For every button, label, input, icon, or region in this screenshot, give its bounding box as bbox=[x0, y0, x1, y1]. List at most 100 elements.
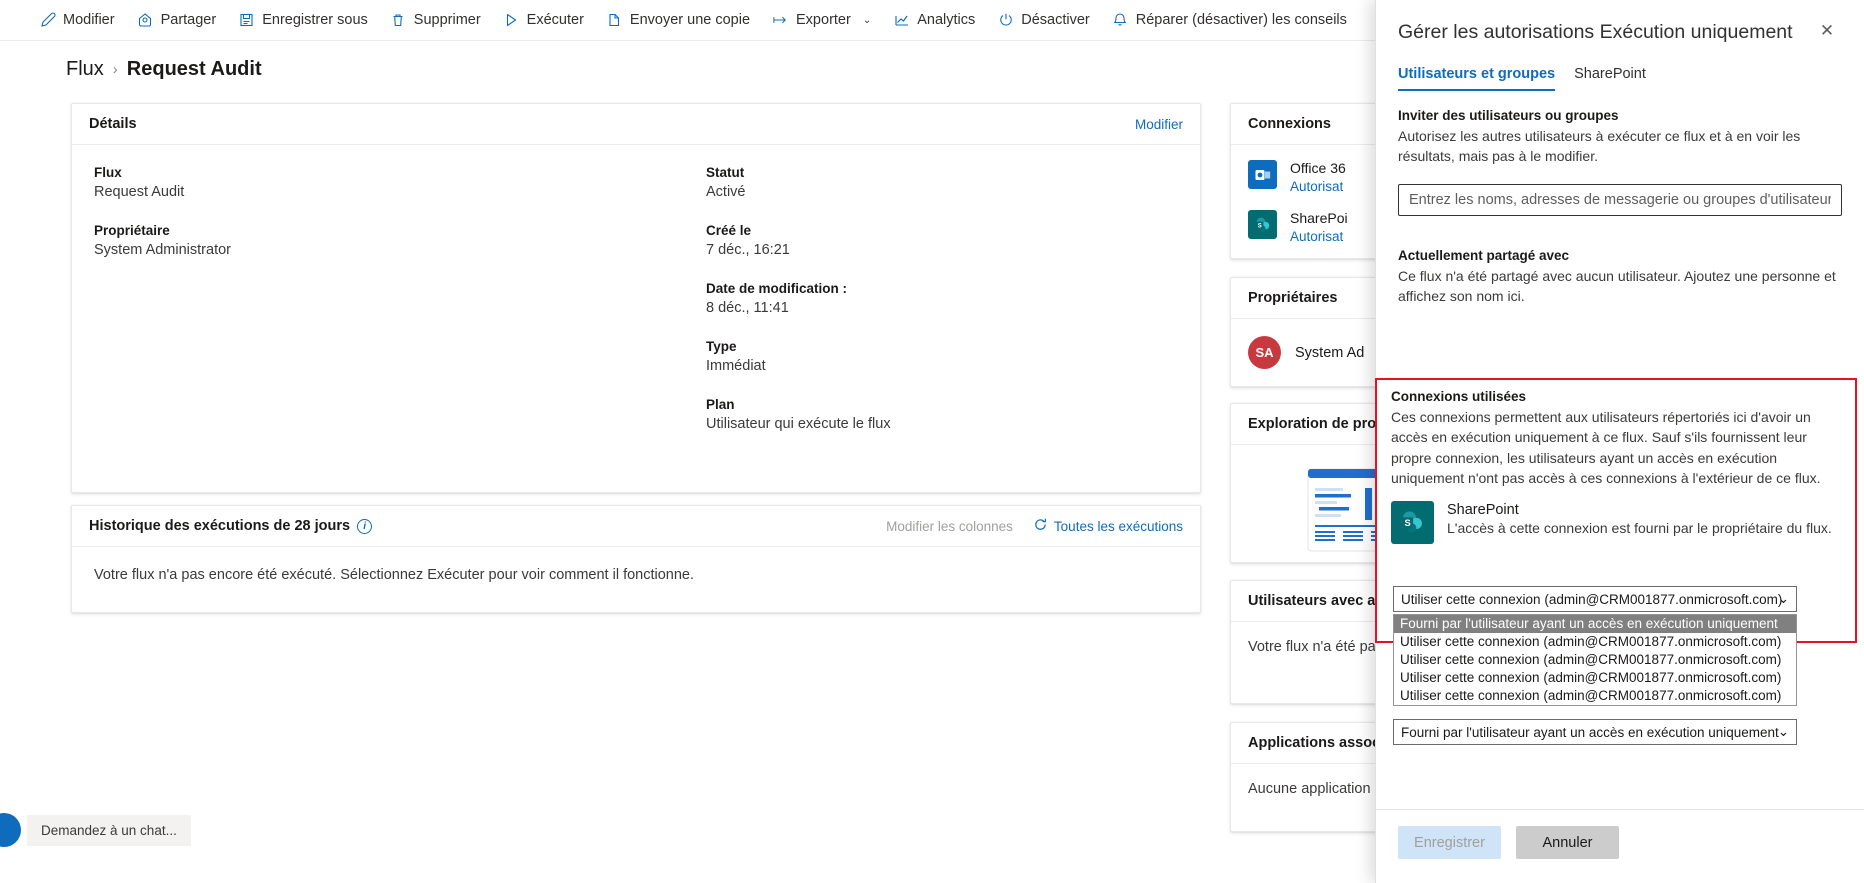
owners-title: Propriétaires bbox=[1248, 290, 1338, 306]
edit-columns-button[interactable]: Modifier les colonnes bbox=[886, 519, 1013, 534]
detail-label: Date de modification : bbox=[706, 281, 848, 296]
dropdown-option[interactable]: Utiliser cette connexion (admin@CRM00187… bbox=[1394, 633, 1796, 651]
info-icon[interactable]: i bbox=[357, 518, 373, 534]
analytics-icon bbox=[893, 12, 910, 29]
run-history-header: Historique des exécutions de 28 jours i … bbox=[72, 506, 1200, 547]
command-desactiver[interactable]: Désactiver bbox=[986, 0, 1101, 40]
command-enregistrer-sous[interactable]: Enregistrer sous bbox=[227, 0, 379, 40]
breadcrumb-separator-icon: › bbox=[112, 61, 118, 78]
detail-value: System Administrator bbox=[94, 242, 231, 258]
shared-with-title: Actuellement partagé avec bbox=[1398, 247, 1570, 263]
connection-used-row: S SharePoint L'accès à cette connexion e… bbox=[1391, 501, 1843, 545]
dropdown-option[interactable]: Utiliser cette connexion (admin@CRM00187… bbox=[1394, 687, 1796, 705]
details-left-column: Flux Request Audit Propriétaire System A… bbox=[94, 165, 636, 455]
detail-field-statut: Statut Activé bbox=[706, 165, 1178, 200]
command-label: Désactiver bbox=[1021, 12, 1090, 28]
flow-details-page: Modifier Partager Enregistrer sous Suppr… bbox=[0, 0, 1864, 883]
cancel-button[interactable]: Annuler bbox=[1516, 826, 1619, 859]
chat-prompt-pill[interactable]: Demandez à un chat... bbox=[27, 814, 191, 846]
command-label: Partager bbox=[160, 12, 217, 28]
breadcrumb-root[interactable]: Flux bbox=[66, 58, 104, 81]
panel-title: Gérer les autorisations Exécution unique… bbox=[1398, 21, 1793, 43]
copilot-orb-icon[interactable] bbox=[0, 813, 21, 847]
office365-outlook-icon bbox=[1248, 160, 1277, 189]
refresh-icon bbox=[1033, 517, 1048, 535]
chevron-down-icon: ⌄ bbox=[1777, 591, 1789, 606]
connections-used-description: Ces connexions permettent aux utilisateu… bbox=[1391, 409, 1821, 486]
details-right-column: Statut Activé Créé le 7 déc., 16:21 Date… bbox=[636, 165, 1178, 455]
detail-field-cree-le: Créé le 7 déc., 16:21 bbox=[706, 223, 1178, 258]
delete-icon bbox=[390, 12, 407, 29]
connections-title: Connexions bbox=[1248, 116, 1331, 132]
detail-value: Utilisateur qui exécute le flux bbox=[706, 416, 891, 432]
detail-field-proprietaire: Propriétaire System Administrator bbox=[94, 223, 636, 258]
all-runs-button[interactable]: Toutes les exécutions bbox=[1033, 517, 1183, 535]
connection-select-top[interactable]: Utiliser cette connexion (admin@CRM00187… bbox=[1393, 586, 1797, 612]
run-history-title-wrap: Historique des exécutions de 28 jours i bbox=[89, 518, 373, 534]
details-edit-link[interactable]: Modifier bbox=[1135, 117, 1183, 132]
dropdown-option[interactable]: Utiliser cette connexion (admin@CRM00187… bbox=[1394, 669, 1796, 687]
send-copy-icon bbox=[606, 12, 623, 29]
connection-name: Office 36 bbox=[1290, 160, 1346, 176]
command-supprimer[interactable]: Supprimer bbox=[379, 0, 492, 40]
tab-sharepoint[interactable]: SharePoint bbox=[1574, 66, 1646, 91]
detail-label: Type bbox=[706, 339, 737, 354]
tab-utilisateurs-et-groupes[interactable]: Utilisateurs et groupes bbox=[1398, 66, 1556, 91]
connection-select-dropdown[interactable]: Fourni par l'utilisateur ayant un accès … bbox=[1393, 614, 1797, 706]
command-label: Enregistrer sous bbox=[262, 12, 368, 28]
svg-text:S: S bbox=[1257, 223, 1261, 229]
connection-select-bottom[interactable]: Fourni par l'utilisateur ayant un accès … bbox=[1393, 719, 1797, 745]
connections-used-title: Connexions utilisées bbox=[1391, 389, 1527, 404]
command-exporter[interactable]: Exporter ⌄ bbox=[761, 0, 882, 40]
detail-field-type: Type Immédiat bbox=[706, 339, 1178, 374]
shared-with-description: Ce flux n'a été partagé avec aucun utili… bbox=[1398, 267, 1836, 304]
invite-people-input[interactable] bbox=[1398, 183, 1842, 216]
invite-description: Autorisez les autres utilisateurs à exéc… bbox=[1398, 128, 1801, 165]
command-label: Envoyer une copie bbox=[629, 12, 751, 28]
panel-header: Gérer les autorisations Exécution unique… bbox=[1376, 0, 1864, 46]
panel-footer: Enregistrer Annuler bbox=[1376, 809, 1864, 883]
sharepoint-icon: S bbox=[1391, 501, 1434, 545]
command-label: Réparer (désactiver) les conseils bbox=[1135, 12, 1347, 28]
chat-widget[interactable]: Demandez à un chat... bbox=[0, 813, 191, 847]
detail-field-date-modification: Date de modification : 8 déc., 11:41 bbox=[706, 281, 1178, 316]
detail-field-plan: Plan Utilisateur qui exécute le flux bbox=[706, 397, 1178, 432]
command-label: Exporter bbox=[796, 12, 851, 28]
detail-value: Request Audit bbox=[94, 184, 185, 200]
dropdown-option[interactable]: Utiliser cette connexion (admin@CRM00187… bbox=[1394, 651, 1796, 669]
command-partager[interactable]: Partager bbox=[126, 0, 228, 40]
chevron-down-icon: ⌄ bbox=[1777, 724, 1789, 739]
detail-label: Statut bbox=[706, 165, 745, 180]
detail-value: 7 déc., 16:21 bbox=[706, 242, 790, 258]
panel-content: Inviter des utilisateurs ou groupes Auto… bbox=[1376, 108, 1864, 306]
command-modifier[interactable]: Modifier bbox=[28, 0, 126, 40]
process-mining-title: Exploration de pro bbox=[1248, 416, 1377, 432]
sharepoint-icon: S bbox=[1248, 210, 1277, 239]
connection-permission-link[interactable]: Autorisat bbox=[1290, 229, 1343, 244]
command-envoyer-copie[interactable]: Envoyer une copie bbox=[595, 0, 761, 40]
details-grid: Flux Request Audit Propriétaire System A… bbox=[72, 145, 1200, 455]
run-history-card: Historique des exécutions de 28 jours i … bbox=[71, 505, 1201, 613]
save-button[interactable]: Enregistrer bbox=[1398, 826, 1501, 859]
shared-with-section: Actuellement partagé avec Ce flux n'a ét… bbox=[1398, 248, 1842, 307]
command-executer[interactable]: Exécuter bbox=[492, 0, 595, 40]
connection-used-name: SharePoint bbox=[1447, 502, 1519, 519]
associated-apps-title: Applications assoc bbox=[1248, 735, 1381, 751]
dropdown-option[interactable]: Fourni par l'utilisateur ayant un accès … bbox=[1394, 615, 1796, 633]
command-reparer-conseils[interactable]: Réparer (désactiver) les conseils bbox=[1101, 0, 1358, 40]
connection-text: Office 36 Autorisat bbox=[1290, 160, 1346, 196]
power-icon bbox=[997, 12, 1014, 29]
detail-value: Immédiat bbox=[706, 358, 766, 374]
run-icon bbox=[503, 12, 520, 29]
command-analytics[interactable]: Analytics bbox=[882, 0, 986, 40]
connection-select-top-value: Utiliser cette connexion (admin@CRM00187… bbox=[1401, 591, 1783, 607]
connection-used-text: SharePoint L'accès à cette connexion est… bbox=[1447, 501, 1832, 544]
run-history-actions: Modifier les colonnes Toutes les exécuti… bbox=[886, 517, 1183, 535]
owner-name: System Ad bbox=[1295, 344, 1365, 361]
close-icon[interactable]: ✕ bbox=[1812, 16, 1842, 46]
run-history-empty-message: Votre flux n'a pas encore été exécuté. S… bbox=[94, 567, 695, 583]
invite-title: Inviter des utilisateurs ou groupes bbox=[1398, 108, 1619, 123]
svg-text:S: S bbox=[1404, 518, 1410, 528]
details-card: Détails Modifier Flux Request Audit Prop… bbox=[71, 103, 1201, 493]
connection-permission-link[interactable]: Autorisat bbox=[1290, 179, 1343, 194]
